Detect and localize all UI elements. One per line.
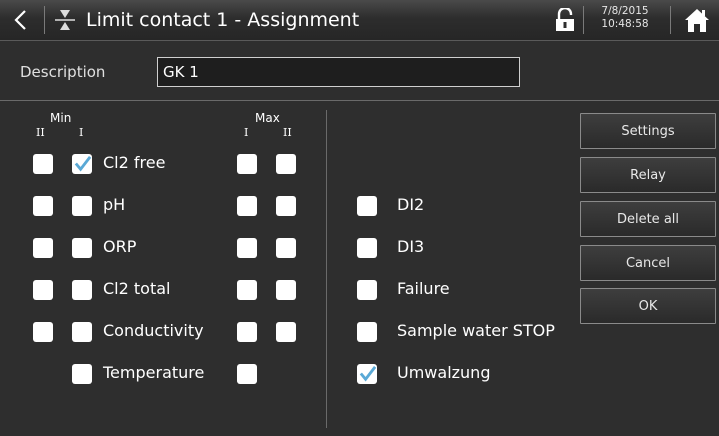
checkmark-icon [74,155,92,172]
row-label: Sample water STOP [397,321,555,340]
min-i-header: I [79,126,84,139]
orp-max-ii-checkbox[interactable] [276,238,296,258]
ph-max-ii-checkbox[interactable] [276,196,296,216]
ph-min-ii-checkbox[interactable] [33,196,53,216]
failure-checkbox[interactable] [357,280,377,300]
orp-max-i-checkbox[interactable] [237,238,257,258]
cl2-free-max-ii-checkbox[interactable] [276,154,296,174]
conductivity-max-i-checkbox[interactable] [237,322,257,342]
ok-button[interactable]: OK [580,288,716,324]
max-header: Max [255,111,280,125]
row-label: Cl2 free [103,153,166,172]
title-bar: Limit contact 1 - Assignment 7/8/2015 10… [0,0,719,41]
cl2-total-min-ii-checkbox[interactable] [33,280,53,300]
home-icon [685,9,709,32]
home-button[interactable] [684,7,710,33]
row-label: pH [103,195,126,214]
di2-checkbox[interactable] [357,196,377,216]
row-label: Umwalzung [397,363,491,382]
description-label: Description [20,63,106,81]
row-label: Failure [397,279,450,298]
back-button[interactable] [10,8,34,32]
conductivity-min-ii-checkbox[interactable] [33,322,53,342]
cl2-total-max-ii-checkbox[interactable] [276,280,296,300]
separator [670,6,671,34]
max-ii-header: II [283,126,292,139]
max-i-header: I [244,126,249,139]
ph-max-i-checkbox[interactable] [237,196,257,216]
separator [583,6,584,34]
row-label: ORP [103,237,137,256]
temperature-max-i-checkbox[interactable] [237,364,257,384]
date-text: 7/8/2015 [601,5,649,17]
limit-contact-icon [55,10,75,30]
row-label: Conductivity [103,321,204,340]
checkmark-icon [359,365,377,382]
cl2-total-max-i-checkbox[interactable] [237,280,257,300]
cl2-free-max-i-checkbox[interactable] [237,154,257,174]
cl2-total-min-i-checkbox[interactable] [72,280,92,300]
divider-vertical [326,110,327,428]
row-label: Temperature [103,363,205,382]
sample-water-stop-checkbox[interactable] [357,322,377,342]
cl2-free-min-i-checkbox[interactable] [72,154,92,174]
row-label: Cl2 total [103,279,171,298]
delete-all-button[interactable]: Delete all [580,201,716,237]
datetime: 7/8/2015 10:48:58 [593,5,657,31]
settings-button[interactable]: Settings [580,113,716,149]
unlocked-padlock-icon[interactable] [555,8,575,32]
back-arrow-icon [14,10,26,30]
conductivity-min-i-checkbox[interactable] [72,322,92,342]
conductivity-max-ii-checkbox[interactable] [276,322,296,342]
time-text: 10:48:58 [601,18,649,30]
orp-min-ii-checkbox[interactable] [33,238,53,258]
cancel-button[interactable]: Cancel [580,245,716,281]
divider-horizontal [0,100,719,101]
di3-checkbox[interactable] [357,238,377,258]
min-ii-header: II [36,126,45,139]
page-title: Limit contact 1 - Assignment [86,9,360,31]
cl2-free-min-ii-checkbox[interactable] [33,154,53,174]
row-label: DI3 [397,237,425,256]
row-label: DI2 [397,195,425,214]
relay-button[interactable]: Relay [580,157,716,193]
ph-min-i-checkbox[interactable] [72,196,92,216]
orp-min-i-checkbox[interactable] [72,238,92,258]
temperature-min-i-checkbox[interactable] [72,364,92,384]
umwalzung-checkbox[interactable] [357,364,377,384]
separator [44,6,45,34]
min-header: Min [50,111,72,125]
description-input[interactable] [157,57,520,87]
